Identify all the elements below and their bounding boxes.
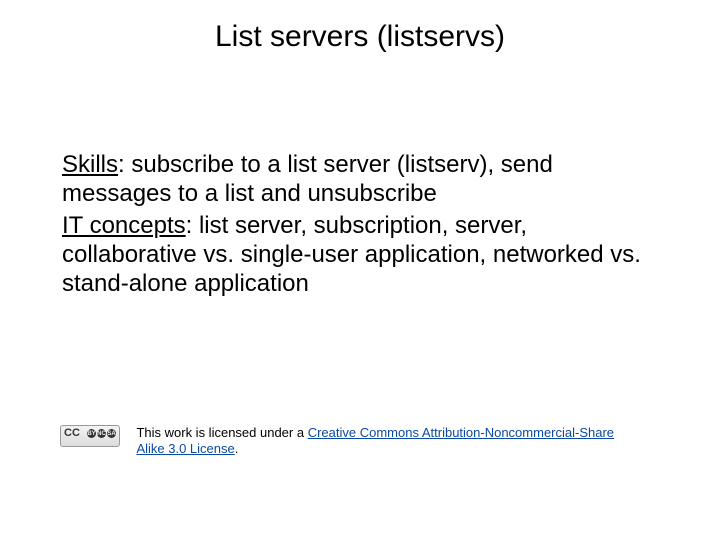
cc-by-icon: BY bbox=[87, 429, 96, 438]
license-suffix: . bbox=[235, 441, 239, 456]
skills-label: Skills bbox=[62, 151, 118, 178]
license-prefix: This work is licensed under a bbox=[136, 425, 307, 440]
slide-title: List servers (listservs) bbox=[0, 20, 720, 54]
slide-body: Skills: subscribe to a list server (list… bbox=[62, 150, 662, 300]
cc-badge-icon: CC BY NC SA bbox=[60, 425, 120, 447]
skills-text: : subscribe to a list server (listserv),… bbox=[62, 151, 553, 207]
cc-text: CC bbox=[64, 427, 80, 439]
cc-icons: BY NC SA bbox=[87, 429, 116, 438]
license-footer: CC BY NC SA This work is licensed under … bbox=[60, 425, 660, 458]
license-text: This work is licensed under a Creative C… bbox=[136, 425, 636, 458]
cc-sa-icon: SA bbox=[107, 429, 116, 438]
it-concepts-label: IT concepts bbox=[62, 212, 186, 239]
slide: List servers (listservs) Skills: subscri… bbox=[0, 0, 720, 540]
it-concepts-paragraph: IT concepts: list server, subscription, … bbox=[62, 211, 662, 299]
cc-nc-icon: NC bbox=[97, 429, 106, 438]
skills-paragraph: Skills: subscribe to a list server (list… bbox=[62, 150, 662, 209]
